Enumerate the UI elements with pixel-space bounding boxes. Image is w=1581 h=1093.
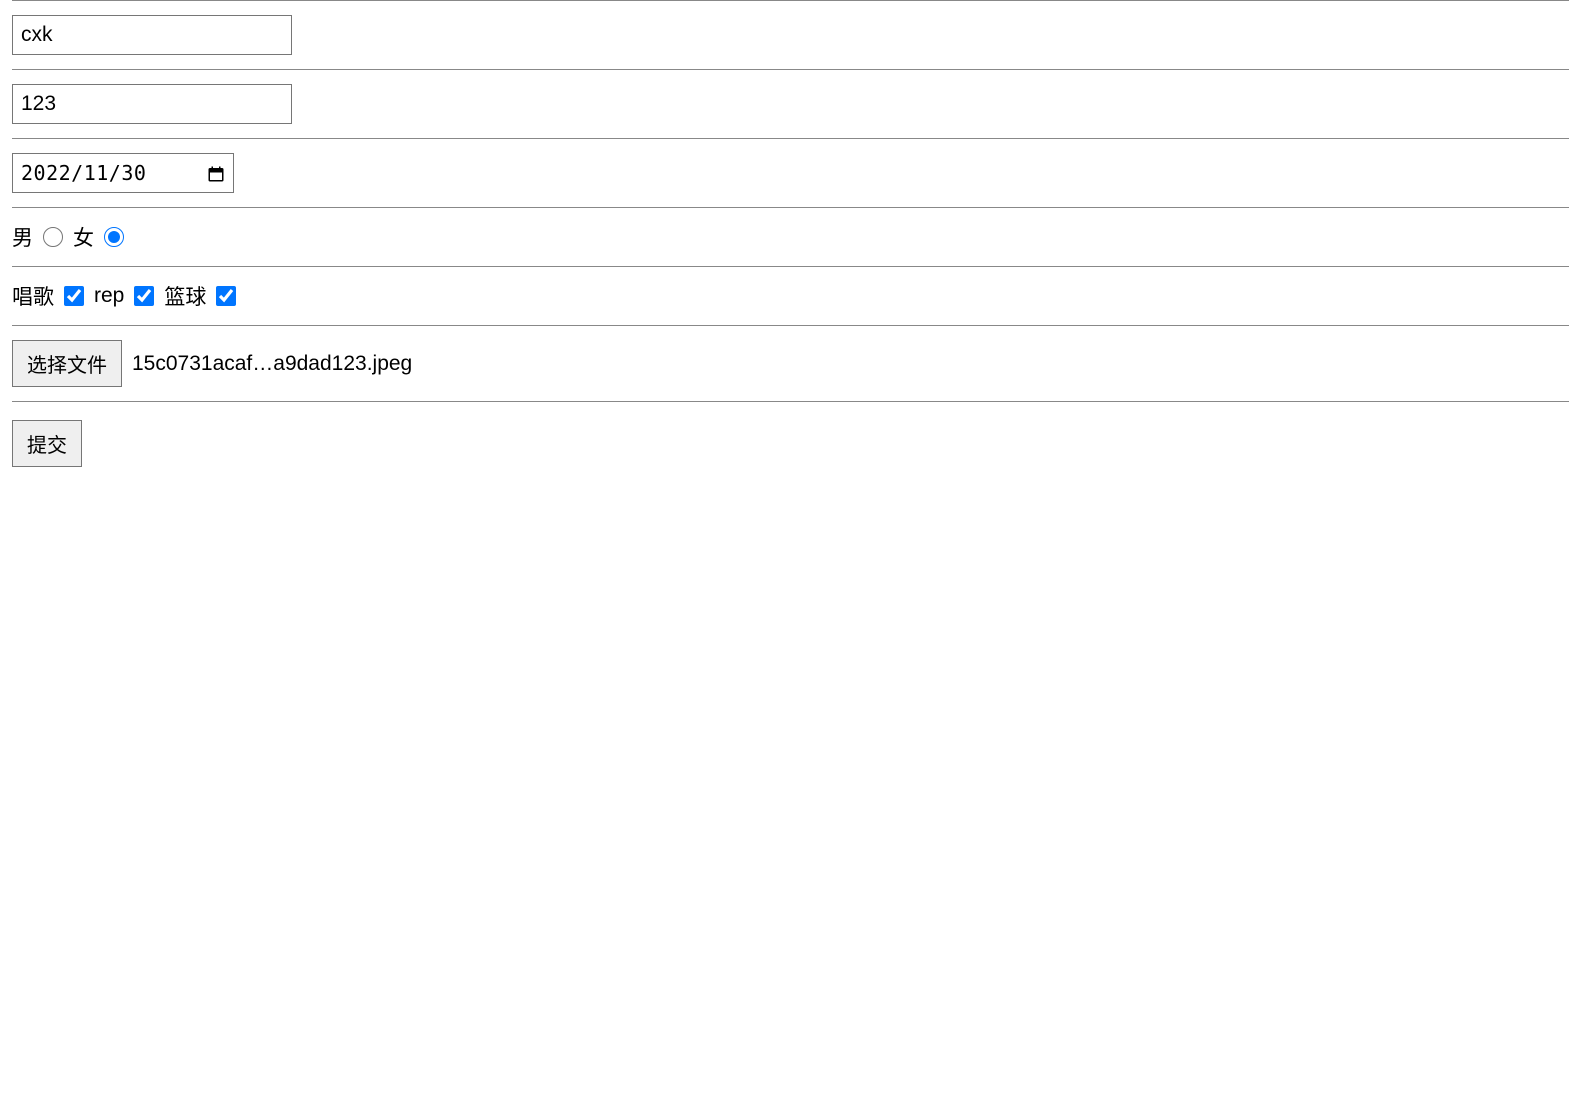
file-choose-button[interactable]: 选择文件 <box>12 340 122 387</box>
main-form: 2022/11/30 男 女 唱歌 rep 篮球 <box>12 0 1569 485</box>
date-value: 2022/11/30 <box>21 161 146 185</box>
gender-label-female: 女 <box>73 222 94 252</box>
hobby-label-rep: rep <box>94 284 124 308</box>
password-input[interactable] <box>12 84 292 124</box>
hobby-label-basketball: 篮球 <box>164 281 206 311</box>
hobby-checkbox-sing[interactable] <box>64 286 84 306</box>
gender-radio-male[interactable] <box>43 227 63 247</box>
gender-radio-female[interactable] <box>104 227 124 247</box>
hobby-label-sing: 唱歌 <box>12 281 54 311</box>
file-name: 15c0731acaf…a9dad123.jpeg <box>132 352 412 376</box>
gender-label-male: 男 <box>12 222 33 252</box>
name-input[interactable] <box>12 15 292 55</box>
file-row: 选择文件 15c0731acaf…a9dad123.jpeg <box>12 325 1569 402</box>
hobbies-checkbox-group: 唱歌 rep 篮球 <box>12 281 240 311</box>
hobbies-row: 唱歌 rep 篮球 <box>12 266 1569 325</box>
file-container: 选择文件 15c0731acaf…a9dad123.jpeg <box>12 340 412 387</box>
gender-row: 男 女 <box>12 207 1569 266</box>
hobby-checkbox-rep[interactable] <box>134 286 154 306</box>
password-row <box>12 69 1569 138</box>
date-row: 2022/11/30 <box>12 138 1569 207</box>
hobby-checkbox-basketball[interactable] <box>216 286 236 306</box>
name-row <box>12 0 1569 69</box>
date-input[interactable]: 2022/11/30 <box>12 153 234 193</box>
submit-button[interactable]: 提交 <box>12 420 82 467</box>
gender-radio-group: 男 女 <box>12 222 128 252</box>
calendar-icon[interactable] <box>207 164 225 182</box>
submit-row: 提交 <box>12 402 1569 485</box>
